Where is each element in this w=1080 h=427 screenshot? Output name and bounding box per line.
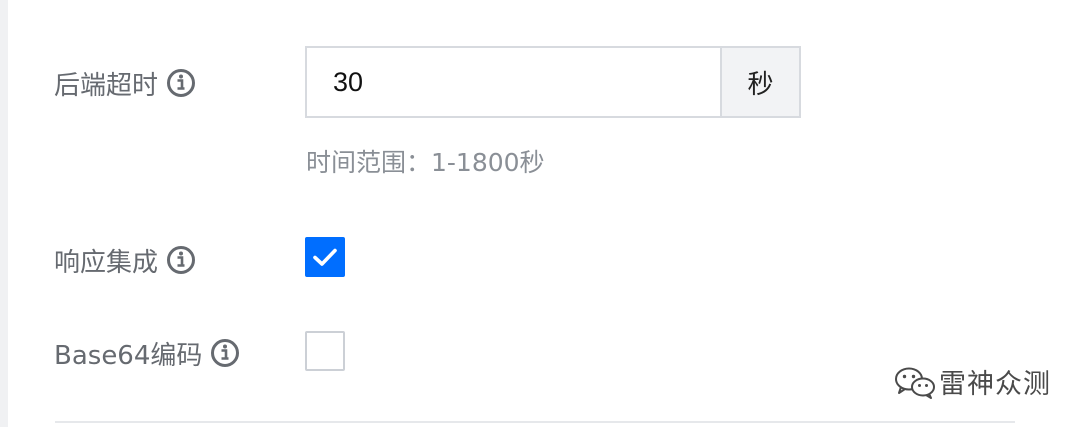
wechat-icon [895, 367, 935, 399]
response-integration-label: 响应集成 [54, 247, 159, 278]
base64-encoding-checkbox[interactable] [305, 331, 345, 371]
timeout-range-hint: 时间范围：1-1800秒 [306, 148, 545, 177]
base64-encoding-label: Base64编码 [54, 340, 203, 371]
watermark-text: 雷神众测 [939, 369, 1051, 400]
checkmark-icon [313, 248, 337, 266]
left-panel-border [0, 0, 8, 427]
response-integration-label-row: 响应集成 [54, 240, 196, 280]
backend-timeout-label: 后端超时 [54, 70, 159, 101]
response-integration-checkbox[interactable] [305, 237, 345, 277]
info-icon[interactable] [166, 245, 196, 275]
info-icon[interactable] [166, 68, 196, 98]
backend-timeout-input[interactable] [305, 46, 720, 118]
backend-timeout-input-group: 秒 [305, 46, 801, 118]
divider [55, 421, 1015, 423]
backend-timeout-label-row: 后端超时 [54, 63, 196, 103]
base64-encoding-label-row: Base64编码 [54, 333, 240, 373]
unit-addon: 秒 [720, 46, 801, 118]
watermark: 雷神众测 [893, 362, 1051, 401]
info-icon[interactable] [210, 338, 240, 368]
